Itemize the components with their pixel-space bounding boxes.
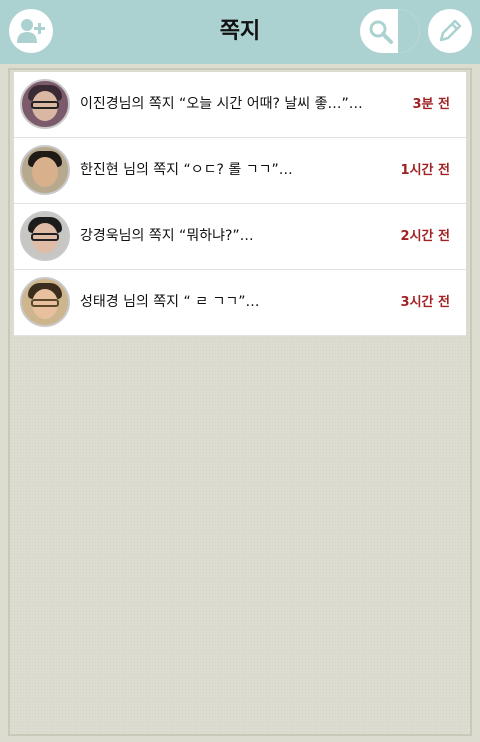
message-row[interactable]: 강경욱님의 쪽지 “뭐하냐?”… 2시간 전 — [14, 204, 466, 270]
compose-button[interactable] — [428, 9, 472, 53]
app-header: 쪽지 — [0, 0, 480, 64]
pencil-icon — [439, 19, 462, 42]
avatar — [20, 277, 70, 327]
message-row[interactable]: 성태경 님의 쪽지 “ ㄹ ㄱㄱ”… 3시간 전 — [14, 270, 466, 336]
message-preview: 이진경님의 쪽지 “오늘 시간 어때? 날씨 좋…”… — [80, 96, 363, 112]
message-preview: 성태경 님의 쪽지 “ ㄹ ㄱㄱ”… — [80, 294, 260, 310]
message-time: 3분 전 — [412, 97, 451, 112]
avatar — [20, 79, 70, 129]
message-row[interactable]: 한진현 님의 쪽지 “ㅇㄷ? 롤 ㄱㄱ”… 1시간 전 — [14, 138, 466, 204]
message-preview: 강경욱님의 쪽지 “뭐하냐?”… — [80, 228, 254, 244]
message-time: 3시간 전 — [400, 295, 450, 310]
avatar — [20, 211, 70, 261]
search-icon — [369, 20, 393, 44]
message-list-panel: 이진경님의 쪽지 “오늘 시간 어때? 날씨 좋…”… 3분 전 한진현 님의 … — [8, 68, 472, 736]
message-preview: 한진현 님의 쪽지 “ㅇㄷ? 롤 ㄱㄱ”… — [80, 162, 293, 178]
message-time: 2시간 전 — [400, 229, 450, 244]
message-time: 1시간 전 — [400, 163, 450, 178]
search-button[interactable] — [360, 9, 420, 53]
avatar — [20, 145, 70, 195]
message-list: 이진경님의 쪽지 “오늘 시간 어때? 날씨 좋…”… 3분 전 한진현 님의 … — [14, 72, 466, 336]
add-friend-button[interactable] — [9, 9, 53, 53]
add-user-icon — [17, 19, 45, 43]
message-row[interactable]: 이진경님의 쪽지 “오늘 시간 어때? 날씨 좋…”… 3분 전 — [14, 72, 466, 138]
